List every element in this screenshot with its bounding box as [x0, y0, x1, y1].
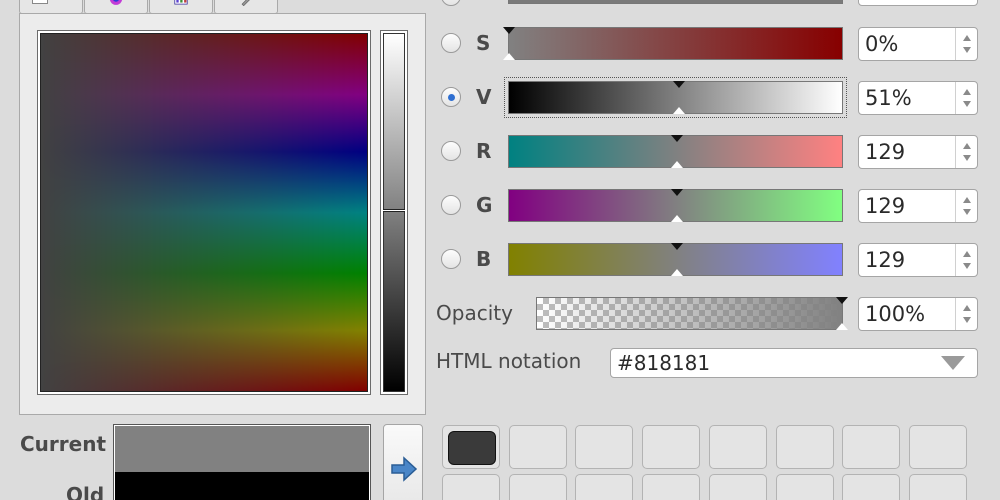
arrow-right-icon: [391, 456, 418, 482]
palette-cell[interactable]: [708, 425, 767, 469]
palette-cell[interactable]: [775, 474, 834, 500]
palette-cell[interactable]: [842, 474, 901, 500]
spin-g[interactable]: 129: [858, 189, 978, 223]
spin-opacity-value[interactable]: 100%: [865, 302, 925, 326]
slider-opacity-handle-top[interactable]: [836, 297, 848, 304]
palette-cell[interactable]: [575, 425, 634, 469]
spin-s-value[interactable]: 0%: [865, 32, 898, 56]
radio-r[interactable]: [441, 141, 461, 161]
palette-cell[interactable]: [708, 474, 767, 500]
radio-s[interactable]: [441, 33, 461, 53]
slider-b-handle-top[interactable]: [671, 243, 684, 250]
spin-r-value[interactable]: 129: [865, 140, 905, 164]
palette-cell[interactable]: [775, 425, 834, 469]
slider-g-handle-bottom[interactable]: [671, 215, 684, 222]
slider-s[interactable]: [503, 27, 843, 60]
slider-v-handle-top[interactable]: [672, 81, 685, 88]
palette-cell[interactable]: [442, 425, 500, 469]
tab-eyedropper[interactable]: [214, 0, 278, 14]
tab-palette[interactable]: [149, 0, 213, 14]
spin-v-value[interactable]: 51%: [865, 86, 912, 110]
top-slider-partial[interactable]: [508, 0, 843, 4]
channel-label-v: V: [476, 85, 492, 109]
color-wheel-icon: [109, 0, 123, 5]
spin-b-arrows[interactable]: [955, 244, 977, 276]
value-strip[interactable]: [380, 30, 408, 395]
top-radio-partial[interactable]: [441, 0, 461, 6]
spin-r-arrows[interactable]: [955, 136, 977, 168]
spin-opacity[interactable]: 100%: [858, 297, 978, 331]
channel-label-b: B: [476, 247, 492, 271]
slider-b-handle-bottom[interactable]: [671, 269, 684, 276]
slider-opacity[interactable]: [536, 297, 848, 330]
palette-icon: [174, 0, 188, 5]
palette-cell[interactable]: [842, 425, 901, 469]
palette-cell[interactable]: [575, 474, 634, 500]
value-gradient[interactable]: [383, 33, 405, 392]
spin-b-value[interactable]: 129: [865, 248, 905, 272]
eyedropper-icon: [241, 0, 250, 6]
opacity-label: Opacity: [436, 301, 513, 325]
spin-r[interactable]: 129: [858, 135, 978, 169]
spin-s-arrows[interactable]: [955, 28, 977, 60]
palette-cell[interactable]: [508, 425, 567, 469]
radio-v[interactable]: [441, 87, 461, 107]
dropdown-arrow-icon[interactable]: [941, 356, 965, 370]
palette-cell[interactable]: [642, 474, 701, 500]
slider-v[interactable]: [504, 77, 847, 118]
radio-b[interactable]: [441, 249, 461, 269]
palette-cell[interactable]: [908, 474, 967, 500]
color-gradient-square[interactable]: [40, 33, 368, 392]
top-spin-partial[interactable]: [858, 0, 978, 6]
palette-cell[interactable]: [442, 474, 500, 500]
html-notation-label: HTML notation: [436, 349, 582, 373]
old-label: Old: [66, 483, 105, 500]
spin-s[interactable]: 0%: [858, 27, 978, 61]
slider-s-handle-top[interactable]: [503, 27, 515, 34]
radio-g[interactable]: [441, 195, 461, 215]
current-color-swatch: [115, 426, 369, 472]
spin-g-arrows[interactable]: [955, 190, 977, 222]
spin-v-arrows[interactable]: [955, 82, 977, 114]
palette-cell[interactable]: [508, 474, 567, 500]
current-label: Current: [20, 432, 107, 456]
slider-g[interactable]: [508, 189, 843, 222]
slider-v-handle-bottom[interactable]: [672, 107, 685, 114]
tab-checkbox[interactable]: [19, 0, 83, 14]
add-to-palette-button[interactable]: [383, 424, 423, 500]
html-notation-value[interactable]: #818181: [617, 351, 710, 375]
slider-b[interactable]: [508, 243, 843, 276]
slider-s-handle-bottom[interactable]: [503, 53, 515, 60]
hue-saturation-square[interactable]: [37, 30, 371, 395]
channel-label-g: G: [476, 193, 493, 217]
spin-g-value[interactable]: 129: [865, 194, 905, 218]
palette-cell[interactable]: [908, 425, 967, 469]
spin-opacity-arrows[interactable]: [955, 298, 977, 330]
channel-label-r: R: [476, 139, 492, 163]
spin-b[interactable]: 129: [858, 243, 978, 277]
channel-label-s: S: [476, 31, 491, 55]
value-marker[interactable]: [383, 208, 405, 212]
slider-r-handle-top[interactable]: [671, 135, 684, 142]
slider-opacity-handle-bottom[interactable]: [836, 323, 848, 330]
color-compare-swatch: [113, 424, 371, 500]
html-notation-field[interactable]: #818181: [610, 348, 978, 378]
old-color-swatch[interactable]: [115, 472, 369, 500]
checkbox-icon[interactable]: [32, 0, 48, 4]
spin-v[interactable]: 51%: [858, 81, 978, 115]
palette-cell[interactable]: [642, 425, 701, 469]
slider-g-handle-top[interactable]: [671, 189, 684, 196]
slider-r-handle-bottom[interactable]: [671, 161, 684, 168]
tab-color-wheel[interactable]: [84, 0, 148, 14]
slider-r[interactable]: [508, 135, 843, 168]
